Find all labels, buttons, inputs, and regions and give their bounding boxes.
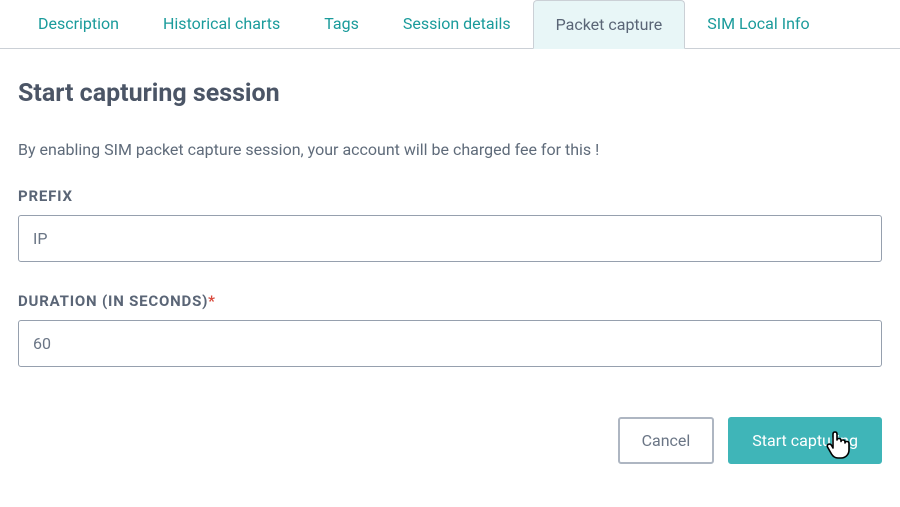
required-mark: *	[208, 292, 216, 310]
button-row: Cancel Start capturing	[18, 397, 882, 464]
tabs-bar: Description Historical charts Tags Sessi…	[0, 0, 900, 49]
tab-tags[interactable]: Tags	[302, 0, 381, 48]
page-description: By enabling SIM packet capture session, …	[18, 140, 882, 159]
duration-label: DURATION (IN SECONDS)*	[18, 292, 882, 310]
tab-packet-capture[interactable]: Packet capture	[533, 0, 686, 49]
tab-sim-local-info[interactable]: SIM Local Info	[685, 0, 831, 48]
tab-description[interactable]: Description	[16, 0, 141, 48]
prefix-label: PREFIX	[18, 187, 882, 205]
start-capturing-button[interactable]: Start capturing	[728, 417, 882, 464]
tab-session-details[interactable]: Session details	[381, 0, 533, 48]
tab-historical-charts[interactable]: Historical charts	[141, 0, 302, 48]
duration-label-text: DURATION (IN SECONDS)	[18, 292, 208, 310]
cancel-button[interactable]: Cancel	[618, 417, 715, 464]
page-title: Start capturing session	[18, 79, 882, 108]
duration-input[interactable]	[18, 320, 882, 367]
prefix-input[interactable]	[18, 215, 882, 262]
content-area: Start capturing session By enabling SIM …	[0, 49, 900, 474]
